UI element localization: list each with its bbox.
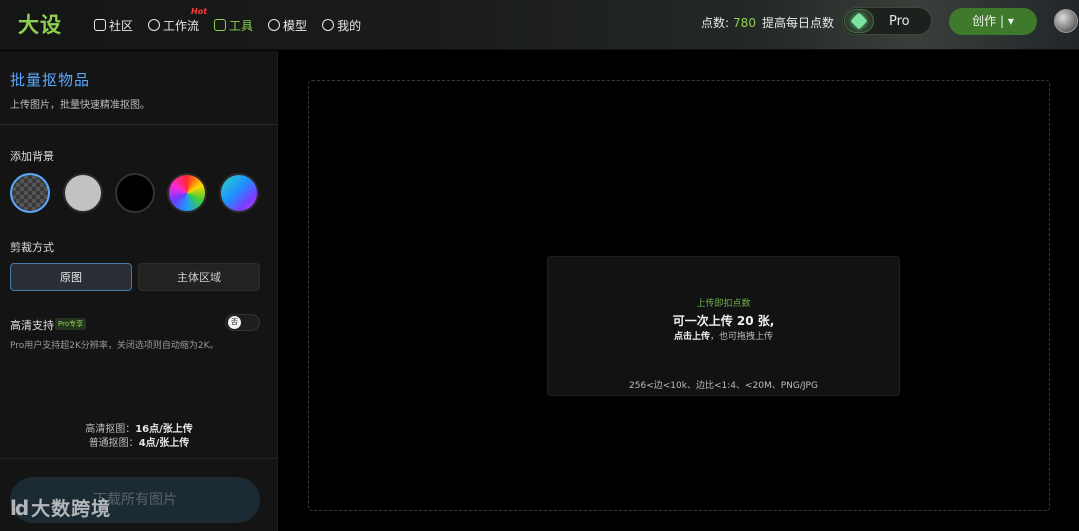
app-logo[interactable]: 大设 [18,9,62,39]
upload-card[interactable]: 上传即扣点数 可一次上传 20 张, 点击上传，也可拖拽上传 256<边<10k… [547,256,900,396]
raise-daily-points-link[interactable]: 提高每日点数 [762,16,834,30]
divider [0,124,277,125]
crop-subject-button[interactable]: 主体区域 [138,263,260,291]
watermark: ld 大数跨境 [10,494,111,521]
background-gray-option[interactable] [63,173,103,213]
background-black-option[interactable] [115,173,155,213]
hd-support-label: 高清支持 [10,319,54,332]
upload-cost-note: 上传即扣点数 [696,299,751,309]
nav-label: 社区 [109,18,134,33]
divider [0,458,277,459]
create-button[interactable]: 创作 | ▾ [949,8,1037,35]
cost-normal-label: 普通抠图： [88,438,139,449]
points-value: 780 [733,16,756,30]
cost-normal: 普通抠图：4点/张上传 [0,434,278,449]
cost-normal-value: 4点/张上传 [138,438,190,449]
background-rainbow-option[interactable] [167,173,207,213]
community-icon [94,19,106,31]
profile-icon [322,19,335,31]
sidebar: 批量抠物品 上传图片，批量快速精准抠图。 添加背景 剪裁方式 原图 主体区域 高… [0,51,278,531]
watermark-text: 大数跨境 [31,498,112,520]
upload-requirements: 256<边<10k、边比<1:4、<20M、PNG/JPG [629,381,818,391]
nav-item-mine[interactable]: 我的 [322,17,361,34]
cost-hd: 高清抠图：16点/张上传 [0,420,278,435]
drop-zone[interactable]: 上传即扣点数 可一次上传 20 张, 点击上传，也可拖拽上传 256<边<10k… [308,80,1050,511]
crop-original-button[interactable]: 原图 [10,263,132,291]
nav-label: 工作流 [163,18,200,33]
workflow-icon [148,19,161,31]
click-upload-link[interactable]: 点击上传 [674,332,710,342]
top-navbar: 大设 社区 Hot 工作流 工具 模型 我的 点数: 780 提高每日点数 Pro … [0,0,1079,50]
nav-item-model[interactable]: 模型 [268,17,307,34]
nav-item-workflow[interactable]: Hot 工作流 [148,7,207,34]
pro-label: Pro [889,14,910,29]
background-transparent-option[interactable] [10,173,50,213]
points-display: 点数: 780 提高每日点数 [701,14,834,31]
nav-item-tools[interactable]: 工具 [214,17,253,34]
hot-badge: Hot [191,6,208,16]
upload-instruction: 点击上传，也可拖拽上传 [548,329,899,342]
nav-label: 我的 [337,18,362,33]
tools-icon [214,19,227,31]
nav-label: 工具 [229,18,254,33]
avatar[interactable] [1054,9,1078,33]
crop-label: 剪裁方式 [10,241,54,254]
page-subtitle: 上传图片，批量快速精准抠图。 [10,100,150,111]
toggle-knob: 否 [228,316,241,329]
hd-toggle[interactable]: 否 [225,314,260,331]
watermark-logo: ld [10,495,29,520]
points-label: 点数: [701,16,730,30]
model-icon [268,19,281,31]
hd-description: Pro用户支持超2K分辨率，关闭选项则自动缩为2K。 [10,341,219,351]
upload-limit: 可一次上传 20 张, [672,314,775,328]
nav-label: 模型 [283,18,308,33]
background-label: 添加背景 [10,150,54,163]
drag-upload-text: ，也可拖拽上传 [710,332,774,342]
background-gradient-option[interactable] [219,173,259,213]
pro-exclusive-badge: Pro专享 [55,318,87,330]
main-nav: 社区 Hot 工作流 工具 模型 我的 [94,0,361,50]
page-title: 批量抠物品 [10,71,91,89]
main-canvas: 上传即扣点数 可一次上传 20 张, 点击上传，也可拖拽上传 256<边<10k… [279,51,1079,531]
pro-button[interactable]: Pro [842,7,932,35]
diamond-icon [844,9,874,33]
nav-item-community[interactable]: 社区 [94,17,133,34]
